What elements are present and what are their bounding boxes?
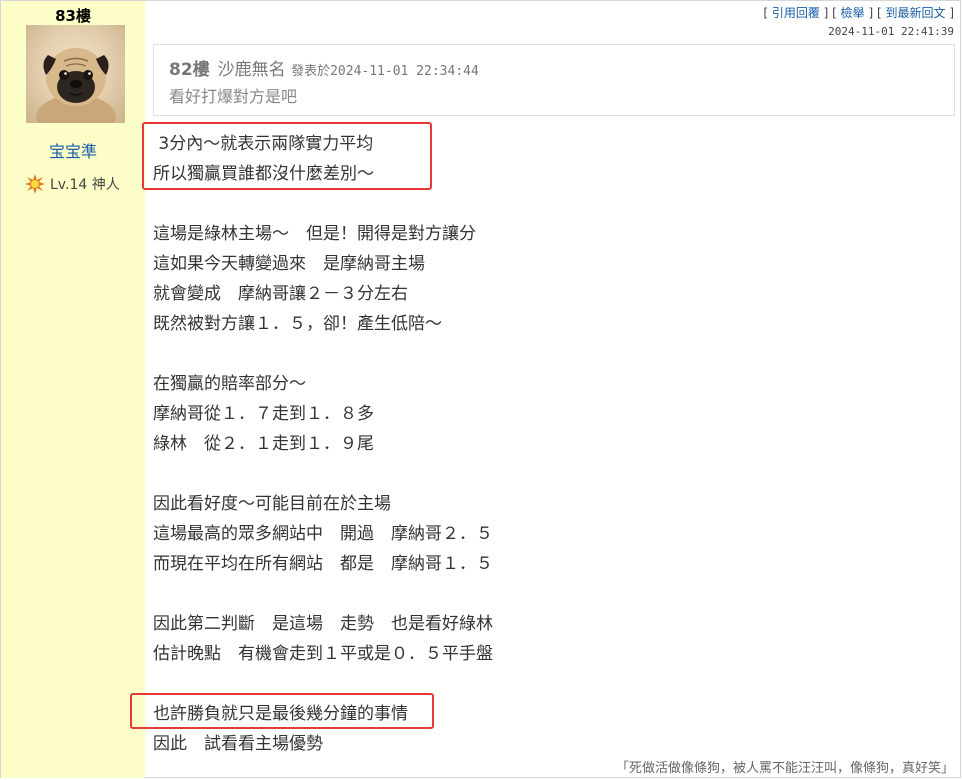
- body-line: 這場是綠林主場～ 但是！開得是對方讓分: [153, 224, 476, 244]
- body-line: 這如果今天轉變過來 是摩納哥主場: [153, 254, 425, 274]
- body-line: [153, 459, 933, 489]
- avatar[interactable]: [26, 25, 125, 123]
- post-timestamp: 2024-11-01 22:41:39: [828, 25, 954, 38]
- body-line: 而現在平均在所有網站 都是 摩納哥１．５: [153, 554, 493, 574]
- body-line: [153, 189, 933, 219]
- body-line: [153, 339, 933, 369]
- body-line: 在獨贏的賠率部分～: [153, 374, 306, 394]
- body-line: [153, 579, 933, 609]
- floor-number: 83樓: [55, 7, 91, 25]
- user-signature: 「死做活做像條狗，被人罵不能汪汪叫，像條狗，真好笑」: [615, 761, 954, 776]
- post-actions: [ 引用回覆 ] [ 檢舉 ] [ 到最新回文 ]: [763, 6, 954, 20]
- quoted-post: 82樓 沙鹿無名 發表於2024-11-01 22:34:44 看好打爆對方是吧: [153, 44, 955, 116]
- body-line: 綠林 從２．１走到１．９尾: [153, 434, 374, 454]
- highlight-box-bottom: [130, 693, 434, 729]
- body-line: 因此第二判斷 是這場 走勢 也是看好綠林: [153, 614, 493, 634]
- author-level: Lv.14 神人: [25, 174, 120, 194]
- body-line: 因此看好度～可能目前在於主場: [153, 494, 391, 514]
- body-line: 因此 試看看主場優勢: [153, 734, 323, 754]
- quote-text: 看好打爆對方是吧: [169, 87, 298, 106]
- quote-author: 沙鹿無名: [217, 60, 286, 80]
- post-body: 3分內～就表示兩隊實力平均 所以獨贏買誰都沒什麼差別～ 這場是綠林主場～ 但是！…: [153, 129, 933, 759]
- quote-reply-link[interactable]: 引用回覆: [772, 6, 820, 20]
- burst-star-icon: [25, 174, 45, 194]
- body-line: 估計晚點 有機會走到１平或是０．５平手盤: [153, 644, 493, 664]
- body-line: 就會變成 摩納哥讓２－３分左右: [153, 284, 408, 304]
- quote-floor: 82樓: [169, 60, 210, 80]
- body-line: 這場最高的眾多網站中 開過 摩納哥２．５: [153, 524, 493, 544]
- author-username[interactable]: 宝宝準: [1, 138, 145, 162]
- quote-date: 2024-11-01 22:34:44: [330, 64, 479, 79]
- body-line: 摩納哥從１．７走到１．８多: [153, 404, 374, 424]
- quote-posted-label: 發表於: [291, 64, 331, 79]
- level-text: Lv.14 神人: [50, 177, 120, 193]
- report-link[interactable]: 檢舉: [841, 6, 865, 20]
- author-sidebar: 83樓 宝宝準 Lv.14 神人: [1, 1, 145, 778]
- go-newest-link[interactable]: 到最新回文: [885, 6, 945, 20]
- highlight-box-top: [142, 122, 432, 190]
- pug-avatar-image: [36, 48, 116, 123]
- quote-header: 82樓 沙鹿無名 發表於2024-11-01 22:34:44: [169, 55, 479, 80]
- body-line: 既然被對方讓１．５，卻！產生低陪～: [153, 314, 442, 334]
